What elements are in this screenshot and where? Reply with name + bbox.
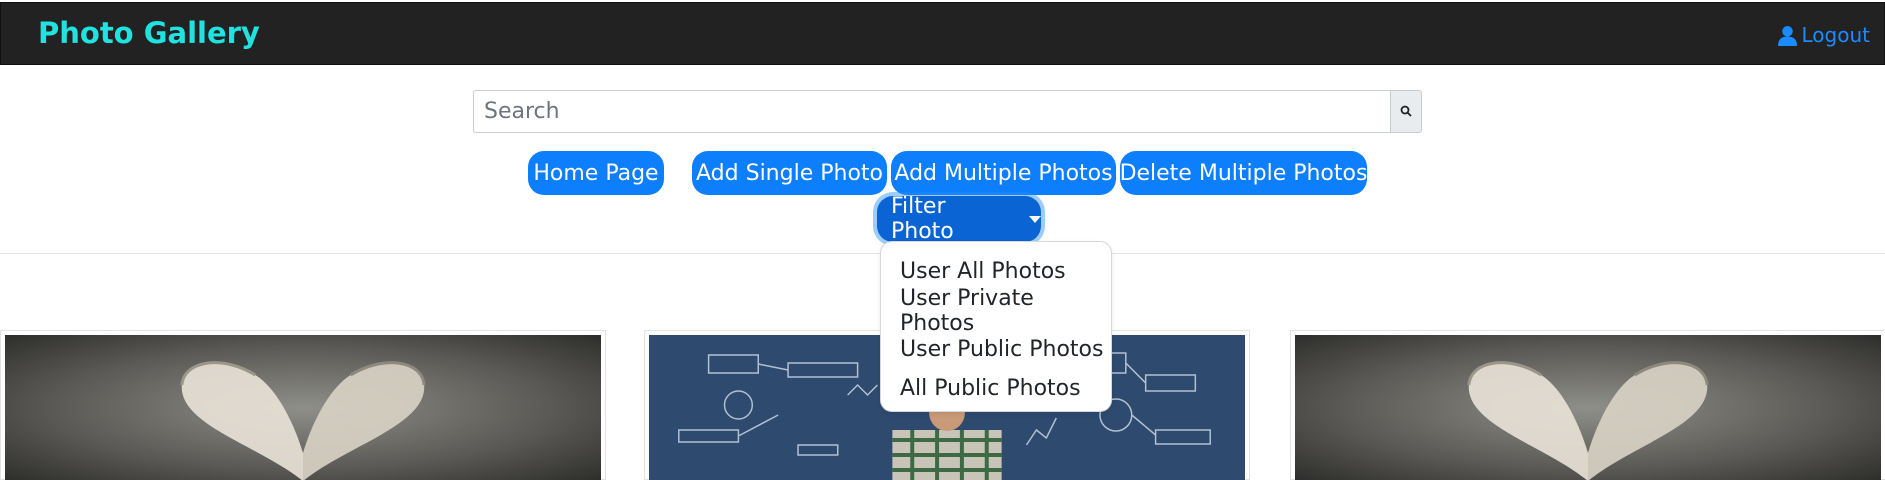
navbar: Photo Gallery Logout: [0, 2, 1885, 65]
search-bar: [473, 90, 1422, 133]
photo-image: [5, 335, 601, 480]
photo-card[interactable]: [0, 330, 606, 480]
filter-photo-button[interactable]: Filter Photo: [877, 194, 1041, 244]
search-icon: [1400, 102, 1412, 121]
search-input[interactable]: [473, 90, 1391, 133]
filter-option-all-public[interactable]: All Public Photos: [881, 369, 1111, 408]
photo-image: [1295, 335, 1881, 480]
logout-link[interactable]: Logout: [1777, 23, 1870, 47]
filter-photo-label: Filter Photo: [891, 194, 954, 244]
search-button[interactable]: [1391, 90, 1422, 133]
add-multiple-photos-button[interactable]: Add Multiple Photos: [891, 151, 1116, 195]
user-icon: [1777, 25, 1798, 46]
app-title[interactable]: Photo Gallery: [38, 16, 260, 50]
home-page-button[interactable]: Home Page: [528, 151, 664, 195]
add-single-photo-button[interactable]: Add Single Photo: [692, 151, 887, 195]
filter-option-user-public[interactable]: User Public Photos: [881, 330, 1111, 369]
caret-down-icon: [1029, 215, 1041, 223]
photo-card[interactable]: [1290, 330, 1885, 480]
filter-option-user-private[interactable]: User Private Photos: [881, 286, 1111, 336]
filter-dropdown-menu: User All Photos User Private Photos User…: [880, 241, 1112, 412]
delete-multiple-photos-button[interactable]: Delete Multiple Photos: [1120, 151, 1367, 195]
logout-label: Logout: [1801, 23, 1870, 47]
